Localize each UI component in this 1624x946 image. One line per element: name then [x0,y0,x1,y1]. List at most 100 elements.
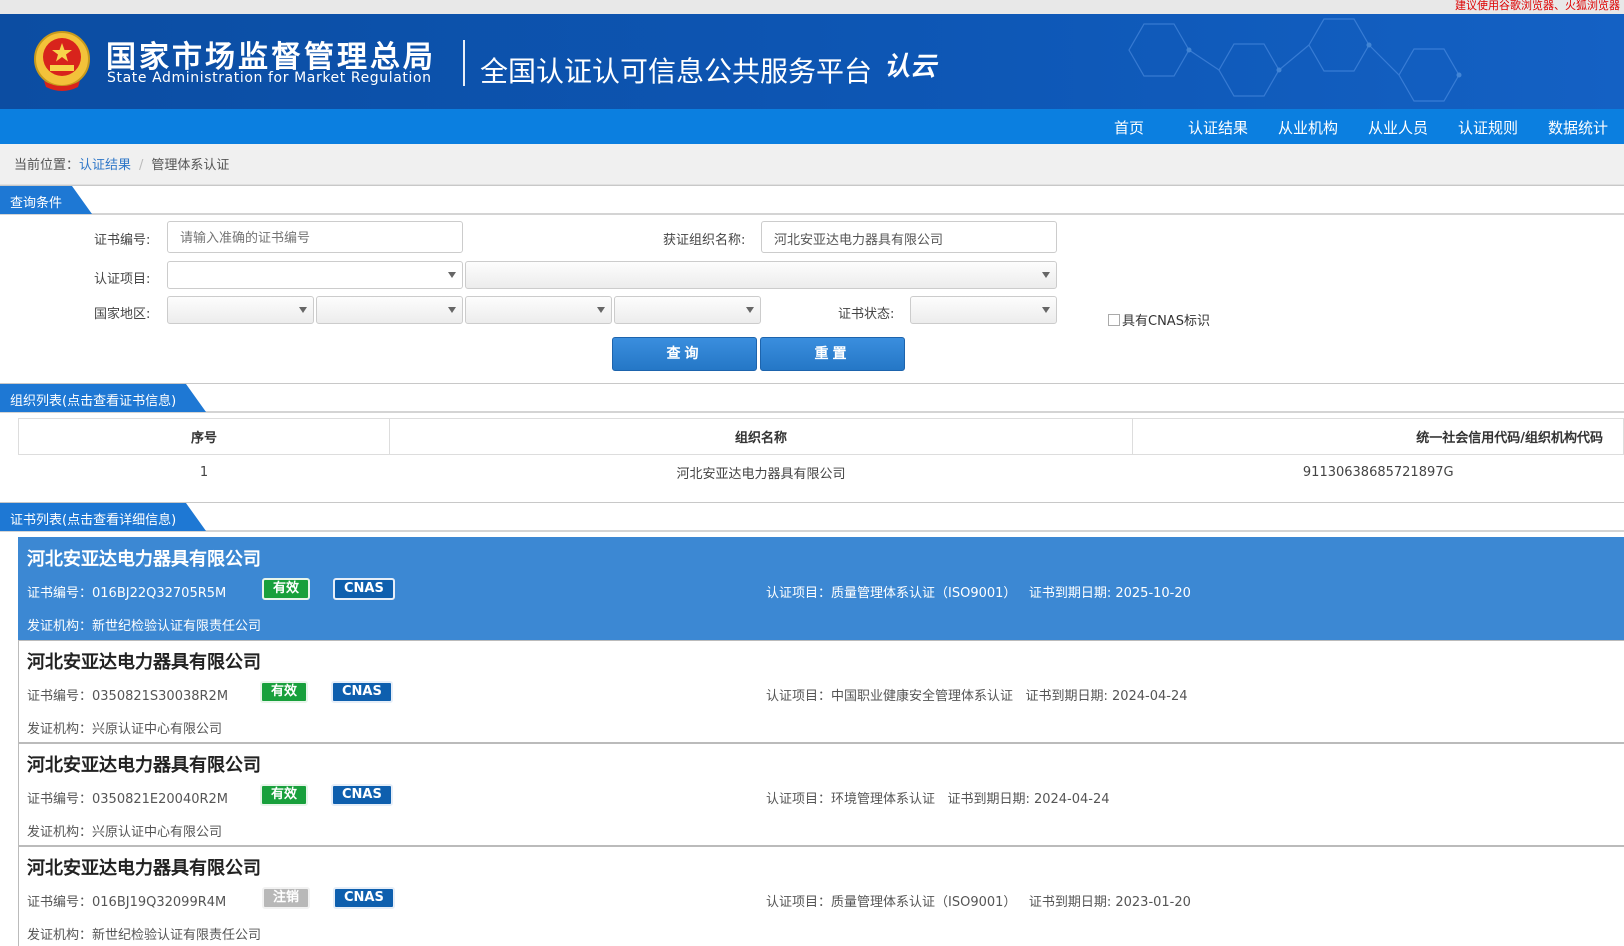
cert-item: 认证项目：中国职业健康安全管理体系认证 证书到期日期: 2024-04-24 [766,685,1188,704]
status-select[interactable] [910,296,1057,324]
cert-list-section-title: 证书列表(点击查看详细信息) [0,503,207,531]
cert-item-label: 认证项目: [94,272,151,287]
chevron-down-icon [448,307,456,313]
chevron-down-icon [1042,307,1050,313]
row-credit-code: 91130638685721897G [1132,454,1624,491]
cert-item-select[interactable] [167,261,463,289]
status-badge: 注销 [262,887,311,909]
breadcrumb: 当前位置：认证结果 / 管理体系认证 [0,144,1624,185]
cert-org-name: 河北安亚达电力器具有限公司 [27,858,261,879]
cert-item-prefix: 认证项目： [766,586,832,601]
cert-expiry-value: 2024-04-24 [1111,689,1188,704]
site-header: 国家市场监督管理总局 State Administration for Mark… [0,14,1624,109]
region-city-select[interactable] [465,296,612,324]
cert-item-prefix: 认证项目： [766,895,832,910]
chevron-down-icon [1042,272,1050,278]
nav-personnel[interactable]: 从业人员 [1368,117,1428,138]
row-index: 1 [18,454,390,491]
chevron-down-icon [746,307,754,313]
cert-no-label: 证书编号: [94,233,151,248]
region-province-select[interactable] [316,296,463,324]
brand-logo[interactable]: 认云 [884,46,936,83]
cert-issuer-prefix: 发证机构： [27,619,93,634]
col-org-name: 组织名称 [389,418,1133,455]
query-section-header: 查询条件 [0,185,1624,215]
cert-issuer-value: 兴原认证中心有限公司 [92,825,223,840]
cert-expiry-value: 2025-10-20 [1115,586,1191,601]
cert-no-prefix: 证书编号： [27,792,93,807]
cert-no: 证书编号：016BJ19Q32099R4M [27,891,226,910]
cnas-badge: CNAS [333,578,395,600]
col-index: 序号 [18,418,390,455]
org-table-header-row: 序号 组织名称 统一社会信用代码/组织机构代码 [18,418,1624,455]
chevron-down-icon [448,272,456,278]
cert-no-value: 016BJ19Q32099R4M [92,895,227,910]
org-table: 序号 组织名称 统一社会信用代码/组织机构代码 1 河北安亚达电力器具有限公司 … [18,418,1624,491]
cert-no-prefix: 证书编号： [27,586,93,601]
reset-button[interactable]: 重置 [760,337,905,371]
cert-card[interactable]: 河北安亚达电力器具有限公司 证书编号：0350821S30038R2M 有效 C… [18,640,1624,743]
nav-home[interactable]: 首页 [1114,117,1144,138]
cert-no-prefix: 证书编号： [27,689,93,704]
cert-expiry-prefix: 证书到期日期: [947,792,1030,807]
chevron-down-icon [597,307,605,313]
cnas-checkbox-label: 具有CNAS标识 [1122,314,1210,329]
agency-name-en: State Administration for Market Regulati… [107,70,432,86]
cert-no: 证书编号：0350821E20040R2M [27,788,228,807]
nav-statistics[interactable]: 数据统计 [1548,117,1608,138]
cnas-badge: CNAS [331,681,393,703]
platform-title: 全国认证认可信息公共服务平台 [480,55,873,88]
browser-notice: 建议使用谷歌浏览器、火狐浏览器 [1455,0,1620,12]
cert-item-value: 中国职业健康安全管理体系认证 [831,689,1014,704]
cert-card[interactable]: 河北安亚达电力器具有限公司 证书编号：0350821E20040R2M 有效 C… [18,743,1624,846]
region-country-select[interactable] [167,296,314,324]
cert-card[interactable]: 河北安亚达电力器具有限公司 证书编号：016BJ22Q32705R5M 有效 C… [18,537,1624,640]
breadcrumb-separator: / [139,158,144,173]
cert-org-name: 河北安亚达电力器具有限公司 [27,652,261,673]
cert-no-value: 016BJ22Q32705R5M [92,586,227,601]
query-form: 证书编号: 获证组织名称: 河北安亚达电力器具有限公司 认证项目: 国家地区: … [0,215,1624,381]
cert-card[interactable]: 河北安亚达电力器具有限公司 证书编号：016BJ19Q32099R4M 注销 C… [18,846,1624,946]
table-row[interactable]: 1 河北安亚达电力器具有限公司 91130638685721897G [18,454,1624,491]
breadcrumb-current: 管理体系认证 [151,158,230,173]
region-label: 国家地区: [94,307,151,322]
cert-expiry-value: 2024-04-24 [1033,792,1110,807]
cert-item: 认证项目：质量管理体系认证（ISO9001） 证书到期日期: 2023-01-2… [766,891,1191,910]
org-name-label: 获证组织名称: [663,233,746,248]
cert-issuer-value: 新世纪检验认证有限责任公司 [92,619,262,634]
search-button[interactable]: 查询 [612,337,757,371]
chevron-down-icon [299,307,307,313]
cert-item-value: 质量管理体系认证（ISO9001） [831,586,1017,601]
cert-item: 认证项目：质量管理体系认证（ISO9001） 证书到期日期: 2025-10-2… [766,582,1191,601]
org-list-section-title: 组织列表(点击查看证书信息) [0,384,207,412]
row-org-name[interactable]: 河北安亚达电力器具有限公司 [389,454,1133,491]
cert-subitem-select[interactable] [465,261,1057,289]
region-district-select[interactable] [614,296,761,324]
nav-institutions[interactable]: 从业机构 [1278,117,1338,138]
cert-no: 证书编号：0350821S30038R2M [27,685,228,704]
org-list-section-header: 组织列表(点击查看证书信息) [0,383,1624,413]
org-name-input[interactable]: 河北安亚达电力器具有限公司 [761,221,1057,253]
status-badge: 有效 [260,784,309,806]
cert-list-section-header: 证书列表(点击查看详细信息) [0,502,1624,532]
cnas-filter[interactable]: 具有CNAS标识 [1108,310,1210,329]
cert-no-prefix: 证书编号： [27,895,93,910]
cert-item-prefix: 认证项目： [766,792,832,807]
cert-issuer: 发证机构：新世纪检验认证有限责任公司 [27,615,261,634]
breadcrumb-cert-results[interactable]: 认证结果 [79,158,131,173]
nav-cert-results[interactable]: 认证结果 [1188,117,1248,138]
cert-issuer-prefix: 发证机构： [27,928,93,943]
status-badge: 有效 [260,681,309,703]
cnas-checkbox[interactable] [1108,314,1120,326]
cert-expiry-value: 2023-01-20 [1115,895,1191,910]
cert-item-value: 环境管理体系认证 [831,792,936,807]
hexagon-pattern-decoration [1128,18,1462,102]
cert-expiry-prefix: 证书到期日期: [1028,586,1112,601]
cert-no-value: 0350821S30038R2M [92,689,229,704]
cert-issuer: 发证机构：兴原认证中心有限公司 [27,821,222,840]
cert-no-input[interactable] [167,221,463,253]
nav-rules[interactable]: 认证规则 [1458,117,1518,138]
main-nav: 首页 认证结果 从业机构 从业人员 认证规则 数据统计 [0,109,1624,144]
query-section-title: 查询条件 [0,186,93,214]
cert-issuer: 发证机构：新世纪检验认证有限责任公司 [27,924,261,943]
